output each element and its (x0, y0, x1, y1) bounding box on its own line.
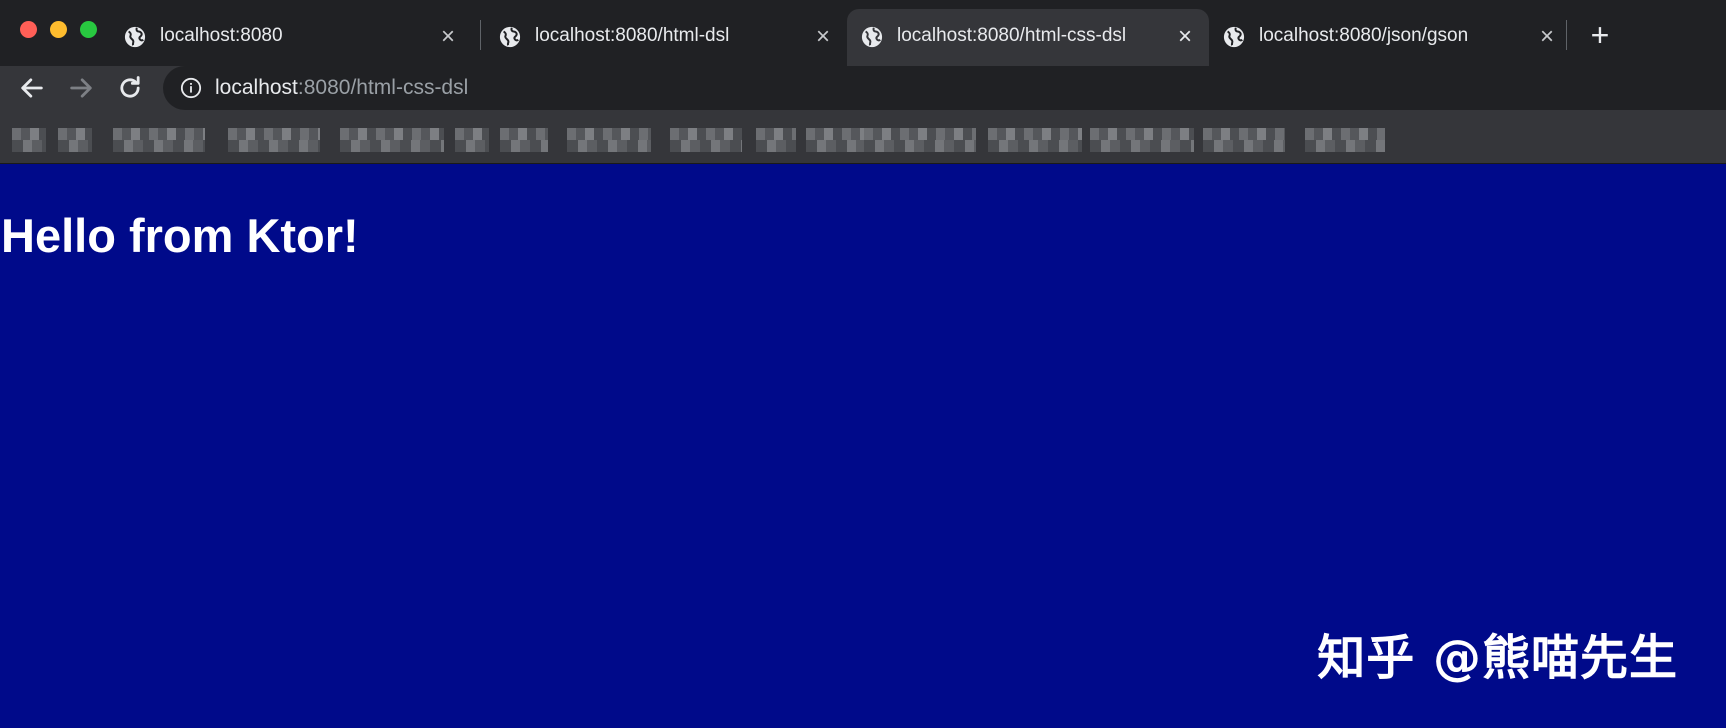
watermark-text: 知乎 @熊喵先生 (1317, 630, 1678, 686)
page-heading: Hello from Ktor! (1, 209, 359, 262)
bookmarks-bar (0, 110, 1726, 164)
bookmark-item[interactable] (988, 128, 1082, 152)
bookmark-item[interactable] (500, 128, 548, 152)
browser-chrome: localhost:8080 × localhost:8080/html-dsl… (0, 0, 1726, 164)
arrow-left-icon[interactable] (18, 74, 46, 102)
bookmark-item[interactable] (567, 128, 651, 152)
globe-icon (861, 26, 883, 48)
bookmark-item[interactable] (1305, 128, 1385, 152)
tab-strip: localhost:8080 × localhost:8080/html-dsl… (0, 0, 1726, 66)
tab-title: localhost:8080 (160, 25, 283, 46)
address-bar[interactable]: localhost:8080/html-css-dsl (163, 66, 1726, 110)
tab-html-dsl[interactable]: localhost:8080/html-dsl × (485, 9, 847, 66)
bookmark-item[interactable] (806, 128, 870, 152)
bookmark-item[interactable] (756, 128, 796, 152)
bookmark-item[interactable] (12, 128, 46, 152)
tab-separator (1566, 20, 1567, 50)
tab-json-gson[interactable]: localhost:8080/json/gson × (1209, 9, 1571, 66)
globe-icon (124, 26, 146, 48)
close-icon[interactable]: × (1535, 25, 1559, 49)
bookmark-item[interactable] (864, 128, 976, 152)
reload-icon[interactable] (116, 74, 144, 102)
info-icon[interactable] (180, 77, 202, 99)
page-content: Hello from Ktor! 知乎 @熊喵先生 (0, 164, 1726, 728)
tab-html-css-dsl[interactable]: localhost:8080/html-css-dsl × (847, 9, 1209, 66)
globe-icon (1223, 26, 1245, 48)
tab-title: localhost:8080/json/gson (1259, 25, 1469, 46)
tab-separator (480, 20, 481, 50)
bookmark-item[interactable] (670, 128, 742, 152)
tab-localhost[interactable]: localhost:8080 × (110, 9, 472, 66)
close-icon[interactable]: × (1173, 25, 1197, 49)
bookmark-item[interactable] (340, 128, 444, 152)
toolbar: localhost:8080/html-css-dsl (0, 66, 1726, 110)
bookmark-item[interactable] (58, 128, 92, 152)
url-host: localhost (215, 76, 298, 99)
close-icon[interactable]: × (436, 25, 460, 49)
bookmark-item[interactable] (455, 128, 489, 152)
window-minimize-button[interactable] (50, 21, 67, 38)
bookmark-item[interactable] (228, 128, 320, 152)
url-path: :8080/html-css-dsl (297, 76, 469, 99)
bookmark-item[interactable] (1203, 128, 1285, 152)
globe-icon (499, 26, 521, 48)
close-icon[interactable]: × (811, 25, 835, 49)
tab-title: localhost:8080/html-dsl (535, 25, 730, 46)
window-zoom-button[interactable] (80, 21, 97, 38)
arrow-right-icon[interactable] (67, 74, 95, 102)
tab-title: localhost:8080/html-css-dsl (897, 25, 1127, 46)
bookmark-item[interactable] (1090, 128, 1194, 152)
window-close-button[interactable] (20, 21, 37, 38)
url-text[interactable]: localhost:8080/html-css-dsl (215, 76, 468, 100)
bookmark-item[interactable] (113, 128, 205, 152)
new-tab-button[interactable]: + (1585, 19, 1615, 51)
